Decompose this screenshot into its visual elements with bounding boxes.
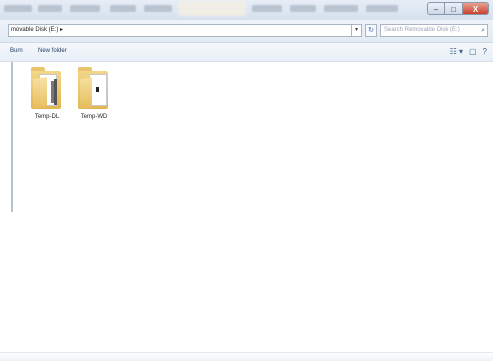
title-blur: [70, 5, 100, 12]
title-blur: [38, 5, 62, 12]
search-placeholder: Search Removable Disk (E:): [384, 27, 460, 33]
folder-item[interactable]: Temp-WD: [71, 67, 117, 120]
address-row: movable Disk (E:) ▸ ▾ ↻ Search Removable…: [0, 20, 493, 43]
close-button[interactable]: X: [463, 2, 489, 15]
minimize-button[interactable]: –: [427, 2, 445, 15]
folder-icon: [76, 67, 112, 111]
title-blur: [290, 5, 316, 12]
title-bar: – □ X: [0, 0, 493, 21]
title-blur: [144, 5, 172, 12]
address-bar[interactable]: movable Disk (E:) ▸: [8, 24, 352, 37]
refresh-button[interactable]: ↻: [365, 24, 377, 37]
scroll-edge: [11, 62, 13, 212]
window-controls: – □ X: [427, 2, 489, 15]
folder-name: Temp-WD: [80, 114, 108, 120]
help-icon[interactable]: ?: [483, 46, 487, 57]
title-blur: [252, 5, 282, 12]
folder-name: Temp-DL: [34, 114, 60, 120]
title-blur: [110, 5, 136, 12]
folder-icon: [29, 67, 65, 111]
search-input[interactable]: Search Removable Disk (E:) ⌕: [380, 24, 488, 37]
view-options-icon[interactable]: ☷ ▾: [450, 46, 463, 57]
command-bar: Burn New folder ☷ ▾ ▢ ?: [0, 43, 493, 62]
folder-item[interactable]: Temp-DL: [24, 67, 70, 120]
maximize-button[interactable]: □: [445, 2, 463, 15]
search-icon[interactable]: ⌕: [481, 25, 485, 36]
title-caption: [178, 1, 246, 16]
burn-button[interactable]: Burn: [10, 47, 23, 56]
new-folder-button[interactable]: New folder: [38, 47, 67, 56]
title-blur: [4, 5, 32, 12]
address-dropdown-button[interactable]: ▾: [352, 24, 362, 37]
title-blur: [366, 5, 398, 12]
title-blur: [324, 5, 358, 12]
command-icons: ☷ ▾ ▢ ?: [450, 46, 487, 57]
preview-pane-icon[interactable]: ▢: [469, 46, 477, 57]
